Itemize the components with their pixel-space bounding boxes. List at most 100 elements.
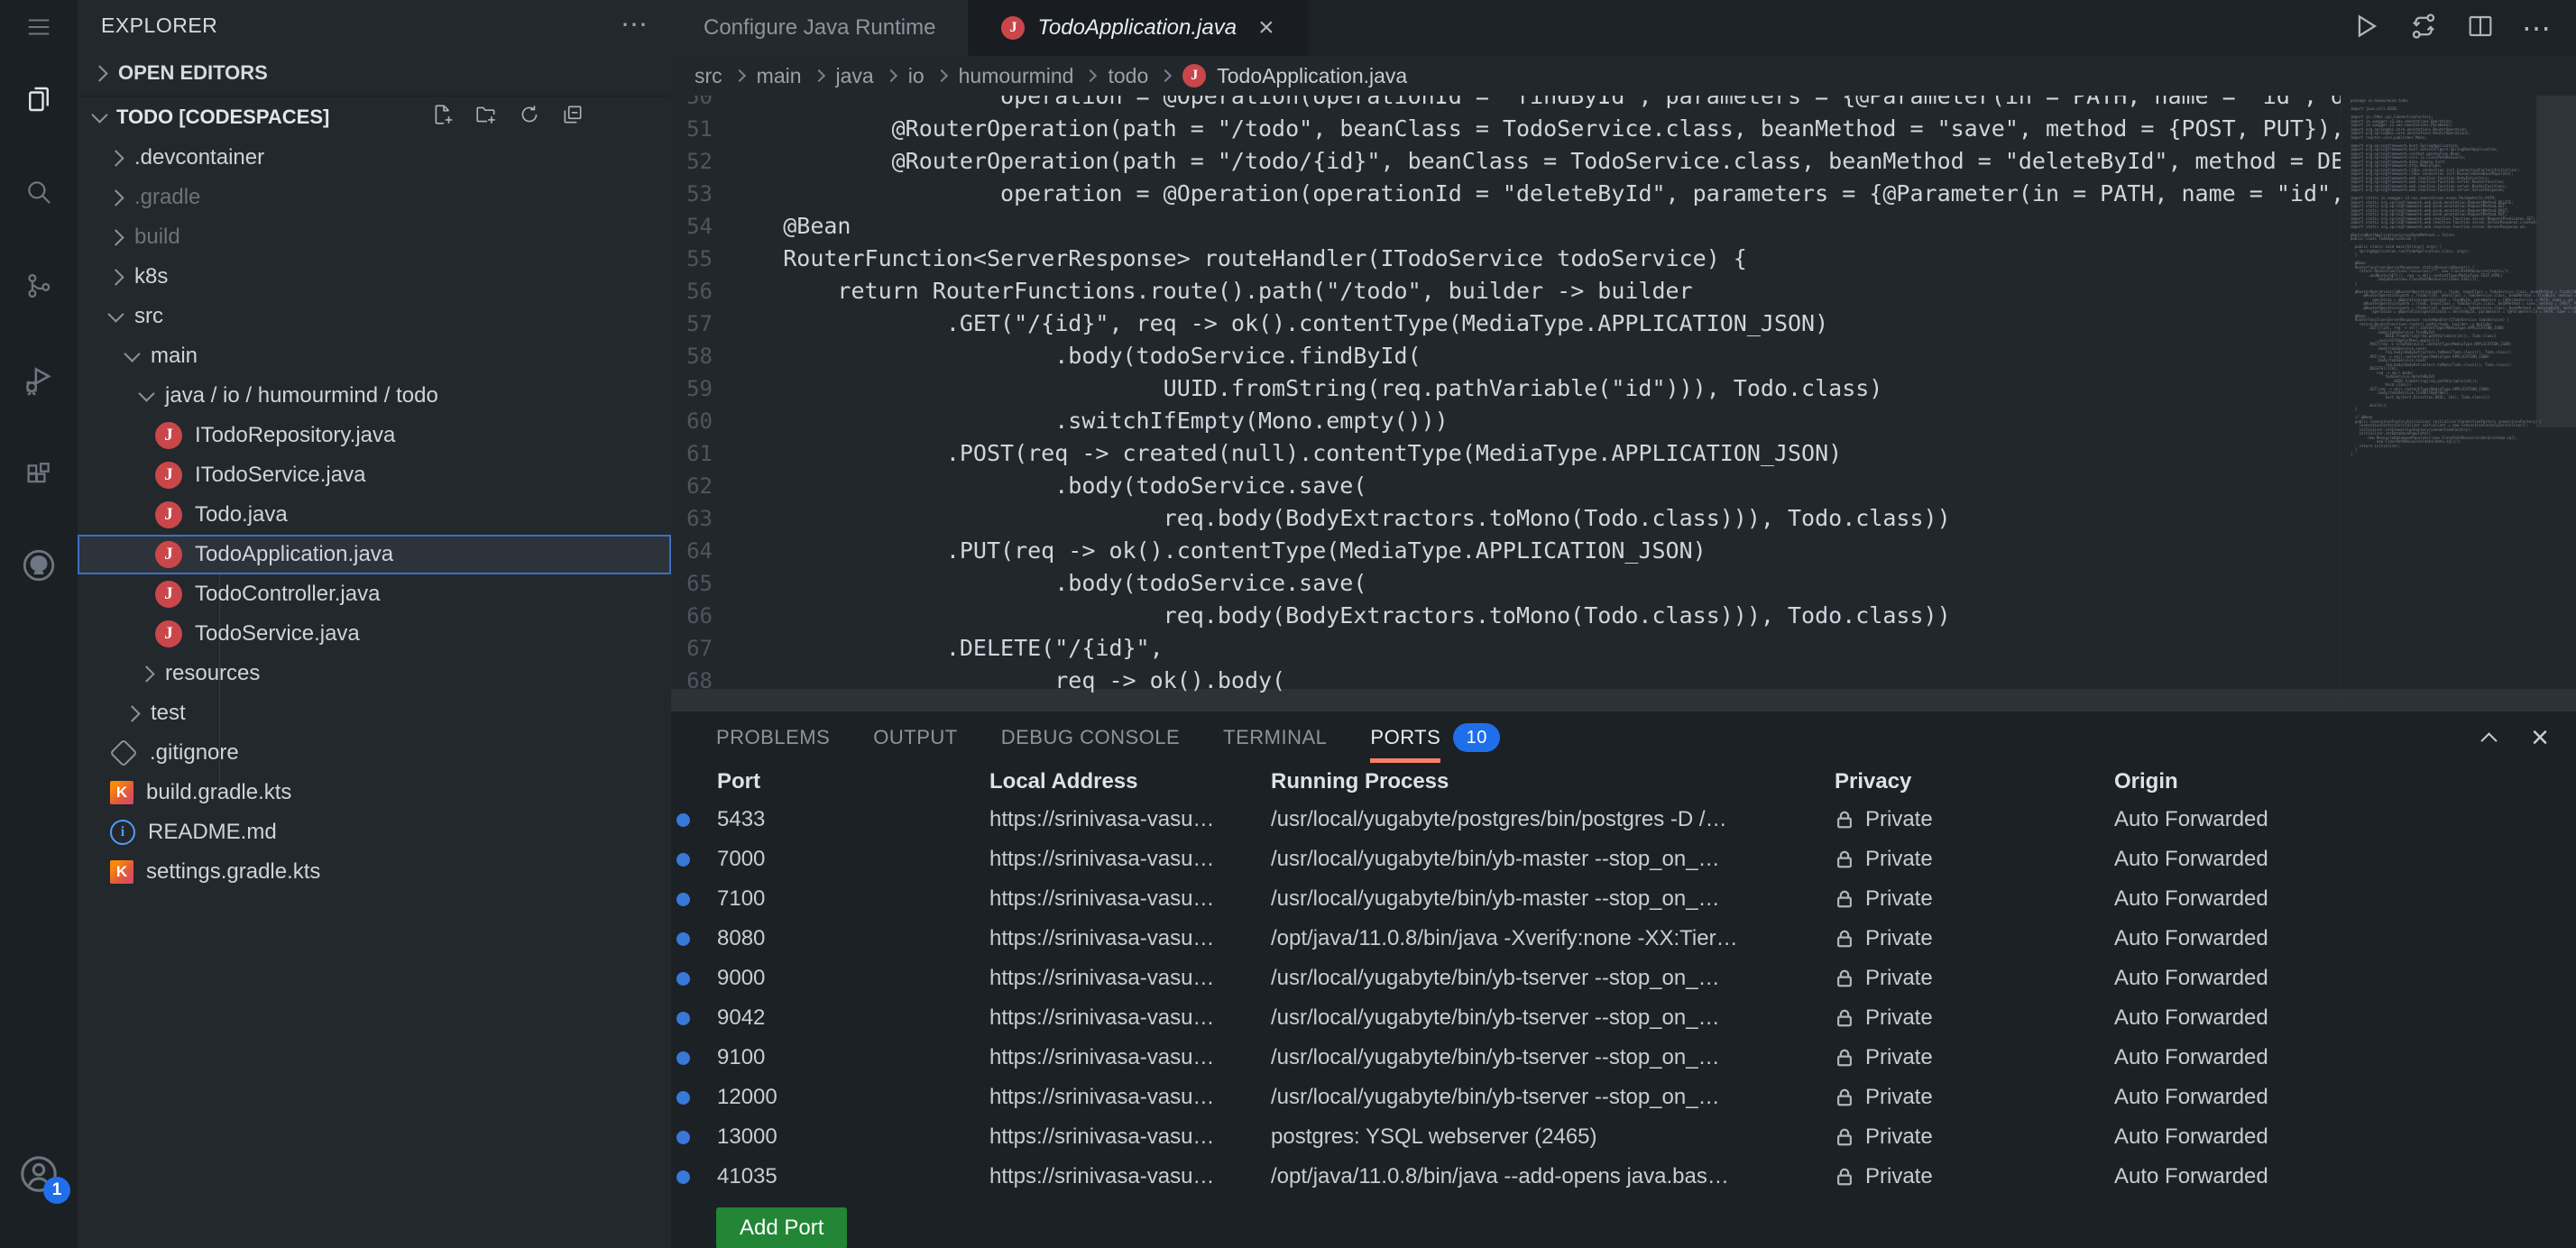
new-file-icon[interactable] (431, 103, 455, 132)
tab-terminal[interactable]: TERMINAL (1201, 711, 1348, 764)
explorer-sidebar: EXPLORER ⋯ OPEN EDITORS TODO [CODESPACES… (78, 0, 671, 1248)
breadcrumb-item[interactable]: todo (1108, 64, 1148, 88)
tree-item-resources[interactable]: resources (78, 654, 671, 693)
local-address[interactable]: https://srinivasa-vasu… (989, 1045, 1271, 1070)
tree-item-todoservice[interactable]: TodoService.java (78, 614, 671, 654)
tree-item-gitignore[interactable]: .gitignore (78, 733, 671, 773)
breadcrumb-item[interactable]: io (908, 64, 925, 88)
tab-output[interactable]: OUTPUT (851, 711, 979, 764)
port-row[interactable]: 12000 https://srinivasa-vasu… /usr/local… (671, 1078, 2576, 1117)
tree-item-build[interactable]: build (78, 217, 671, 257)
tree-item-todoapplication-selected[interactable]: TodoApplication.java (78, 535, 671, 574)
port-row[interactable]: 9100 https://srinivasa-vasu… /usr/local/… (671, 1038, 2576, 1078)
java-file-icon (155, 620, 182, 647)
open-editors-section[interactable]: OPEN EDITORS (78, 50, 671, 96)
explorer-icon[interactable] (15, 76, 62, 123)
minimap[interactable]: package io.humourmind.todo; import java.… (2341, 96, 2576, 711)
tree-item-itodoservice[interactable]: ITodoService.java (78, 455, 671, 495)
lock-icon (1837, 850, 1852, 868)
port-row[interactable]: 13000 https://srinivasa-vasu… postgres: … (671, 1117, 2576, 1157)
local-address[interactable]: https://srinivasa-vasu… (989, 847, 1271, 872)
port-row[interactable]: 5433 https://srinivasa-vasu… /usr/local/… (671, 800, 2576, 840)
ports-table-header: Port Local Address Running Process Priva… (717, 769, 2178, 794)
port-row[interactable]: 7000 https://srinivasa-vasu… /usr/local/… (671, 840, 2576, 879)
project-root-row[interactable]: TODO [CODESPACES] (78, 96, 671, 138)
tree-item-readme[interactable]: README.md (78, 812, 671, 852)
origin: Auto Forwarded (2114, 1085, 2268, 1109)
tab-todoapplication[interactable]: TodoApplication.java × (969, 0, 1308, 56)
breadcrumb-item[interactable]: java (836, 64, 874, 88)
explorer-header: EXPLORER ⋯ (78, 0, 671, 50)
tree-item-package[interactable]: java / io / humourmind / todo (78, 376, 671, 416)
tree-item-gradle[interactable]: .gradle (78, 178, 671, 217)
tab-label: Configure Java Runtime (704, 15, 936, 40)
port-row[interactable]: 41035 https://srinivasa-vasu… /opt/java/… (671, 1157, 2576, 1197)
github-icon[interactable] (15, 542, 62, 589)
tab-ports[interactable]: PORTS 10 (1348, 711, 1522, 764)
port-row[interactable]: 7100 https://srinivasa-vasu… /usr/local/… (671, 879, 2576, 919)
refresh-icon[interactable] (518, 103, 541, 132)
port-row[interactable]: 9042 https://srinivasa-vasu… /usr/local/… (671, 998, 2576, 1038)
port-row[interactable]: 9000 https://srinivasa-vasu… /usr/local/… (671, 959, 2576, 998)
origin: Auto Forwarded (2114, 807, 2268, 831)
explorer-more-actions-icon[interactable]: ⋯ (621, 12, 648, 39)
extensions-icon[interactable] (15, 452, 62, 499)
tree-item-main[interactable]: main (78, 336, 671, 376)
close-panel-icon[interactable]: × (2531, 722, 2549, 753)
compare-changes-icon[interactable] (2408, 11, 2439, 46)
port-dot-icon (676, 892, 690, 906)
breadcrumb-item[interactable]: src (695, 64, 722, 88)
breadcrumb-item[interactable]: main (757, 64, 802, 88)
tab-problems[interactable]: PROBLEMS (695, 711, 851, 764)
origin: Auto Forwarded (2114, 1164, 2268, 1188)
port-row[interactable]: 8080 https://srinivasa-vasu… /opt/java/1… (671, 919, 2576, 959)
add-port-button[interactable]: Add Port (716, 1207, 848, 1248)
more-actions-icon[interactable]: ⋯ (2522, 11, 2551, 45)
editor-actions: ⋯ (2351, 0, 2576, 56)
horizontal-scrollbar[interactable] (671, 689, 2576, 711)
code-editor[interactable]: 50 operation = @Operation(operationId = … (671, 96, 2576, 711)
lock-icon (1837, 1009, 1852, 1027)
close-tab-icon[interactable]: × (1258, 13, 1274, 43)
tree-item-devcontainer[interactable]: .devcontainer (78, 138, 671, 178)
tree-item-k8s[interactable]: k8s (78, 257, 671, 297)
local-address[interactable]: https://srinivasa-vasu… (989, 807, 1271, 832)
local-address[interactable]: https://srinivasa-vasu… (989, 1005, 1271, 1031)
new-folder-icon[interactable] (474, 103, 498, 132)
tree-item-todocontroller[interactable]: TodoController.java (78, 574, 671, 614)
tree-item-itodorepository[interactable]: ITodoRepository.java (78, 416, 671, 455)
local-address[interactable]: https://srinivasa-vasu… (989, 1164, 1271, 1189)
tree-item-build-gradle[interactable]: build.gradle.kts (78, 773, 671, 812)
local-address[interactable]: https://srinivasa-vasu… (989, 886, 1271, 912)
account-icon[interactable]: 1 (15, 1151, 70, 1204)
local-address[interactable]: https://srinivasa-vasu… (989, 926, 1271, 951)
maximize-panel-icon[interactable] (2480, 731, 2498, 749)
local-address[interactable]: https://srinivasa-vasu… (989, 1124, 1271, 1150)
run-debug-icon[interactable] (15, 357, 62, 404)
search-icon[interactable] (15, 169, 62, 216)
tab-configure-java-runtime[interactable]: Configure Java Runtime (671, 0, 970, 56)
code-line: 60 .switchIfEmpty(Mono.empty())) (686, 408, 1449, 434)
breadcrumb-file[interactable]: TodoApplication.java (1217, 64, 1407, 88)
run-icon[interactable] (2351, 11, 2381, 46)
source-control-icon[interactable] (15, 262, 62, 309)
origin: Auto Forwarded (2114, 847, 2268, 871)
lock-icon (1837, 930, 1852, 948)
tree-item-settings-gradle[interactable]: settings.gradle.kts (78, 852, 671, 892)
editor-group: Configure Java Runtime TodoApplication.j… (671, 0, 2576, 1248)
tree-item-test[interactable]: test (78, 693, 671, 733)
tab-debug-console[interactable]: DEBUG CONSOLE (980, 711, 1201, 764)
breadcrumb-item[interactable]: humourmind (959, 64, 1074, 88)
code-line: 54 @Bean (686, 213, 851, 239)
split-editor-icon[interactable] (2466, 12, 2495, 45)
tree-item-todo[interactable]: Todo.java (78, 495, 671, 535)
menu-icon[interactable] (15, 4, 62, 50)
collapse-all-icon[interactable] (561, 103, 584, 132)
tree-item-src[interactable]: src (78, 297, 671, 336)
minimap-content: package io.humourmind.todo; import java.… (2351, 98, 2576, 456)
ports-count-badge: 10 (1453, 723, 1501, 752)
local-address[interactable]: https://srinivasa-vasu… (989, 966, 1271, 991)
vertical-scrollbar[interactable] (2536, 96, 2576, 427)
local-address[interactable]: https://srinivasa-vasu… (989, 1085, 1271, 1110)
code-line: 63 req.body(BodyExtractors.toMono(Todo.c… (686, 505, 1951, 531)
